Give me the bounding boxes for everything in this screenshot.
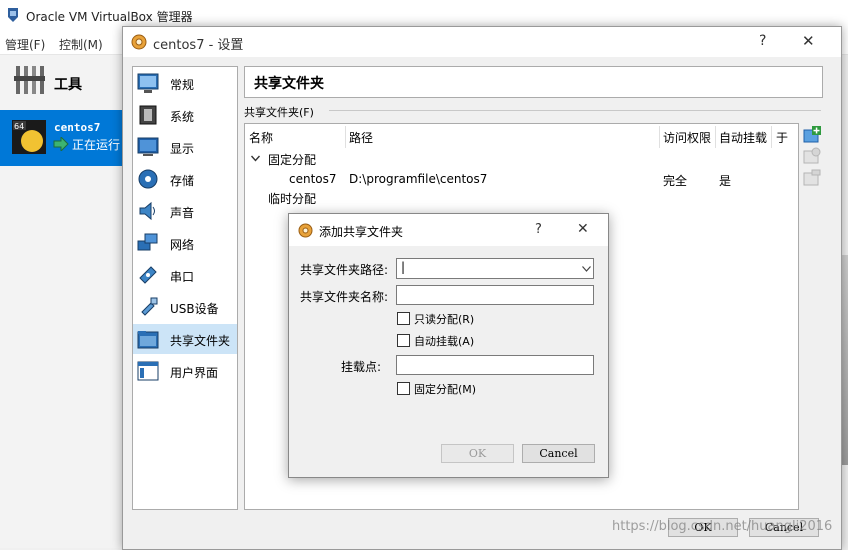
audio-speaker-icon [139,201,155,221]
shared-folders-section-label: 共享文件夹(F) [244,106,314,119]
row-automount: 是 [719,174,732,188]
add-shared-folder-dialog: 添加共享文件夹 ? ✕ 共享文件夹路径: | 共享文件夹名称: 只读分配(R) … [288,213,609,478]
display-monitor-icon [137,137,159,156]
vm-name: centos7 [54,121,101,134]
add-dialog-close-button[interactable]: ✕ [577,221,589,237]
mount-point-input[interactable] [396,355,594,375]
add-dialog-title: 添加共享文件夹 [319,225,404,239]
column-separator [715,126,716,148]
menu-manage[interactable]: 管理(F) [5,36,45,53]
sidebar-item-label: 显示 [170,142,195,156]
remove-shared-folder-icon[interactable] [803,169,821,187]
sidebar-item-usb[interactable]: USB设备 [133,292,237,322]
folder-path-value: | [401,260,406,274]
column-header-automount[interactable]: 自动挂载 [719,129,767,146]
serial-port-icon [139,266,157,284]
chevron-down-icon[interactable] [582,266,591,272]
readonly-checkbox[interactable] [397,312,410,325]
settings-gear-icon [131,34,147,50]
add-shared-folder-icon[interactable] [803,126,821,144]
vm-status: 正在运行 [72,138,121,152]
add-cancel-button[interactable]: Cancel [522,444,595,463]
os-badge: 64 [14,122,24,131]
row-access: 完全 [663,174,688,188]
virtualbox-logo-icon [8,8,18,22]
sidebar-item-label: 存储 [170,174,195,188]
watermark: https://blog.csdn.net/huangli2016 [612,519,833,534]
general-monitor-icon [137,73,159,93]
os-centos-icon: 64 [12,120,46,154]
column-header-access[interactable]: 访问权限 [663,129,711,146]
page-title-box: 共享文件夹 [244,66,823,98]
sidebar-item-label: 系统 [170,110,195,124]
sidebar-item-system[interactable]: 系统 [133,100,237,130]
folder-name-label: 共享文件夹名称: [300,290,389,304]
column-header-at[interactable]: 于 [776,129,788,146]
folder-path-combobox[interactable]: | [396,258,594,279]
sidebar-item-label: 常规 [170,78,195,92]
add-dialog-gear-icon [298,223,313,238]
settings-titlebar: centos7 - 设置 ? ✕ [123,27,841,57]
section-divider [329,110,821,111]
sidebar-item-label: 网络 [170,238,195,252]
settings-title: centos7 - 设置 [153,38,244,53]
sidebar-item-serial[interactable]: 串口 [133,260,237,290]
tools-label: 工具 [54,77,82,93]
edit-shared-folder-icon[interactable] [803,147,821,165]
column-separator [771,126,772,148]
readonly-label[interactable]: 只读分配(R) [414,311,474,327]
add-ok-button[interactable]: OK [441,444,514,463]
sidebar-item-shared-folders[interactable]: 共享文件夹 [133,324,237,354]
sidebar-item-label: 串口 [170,270,195,284]
folder-name-input[interactable] [396,285,594,305]
add-dialog-titlebar: 添加共享文件夹 ? ✕ [289,214,608,246]
chevron-down-icon[interactable] [251,155,260,162]
settings-close-button[interactable]: ✕ [802,32,815,50]
column-separator [345,126,346,148]
sidebar-item-user-interface[interactable]: 用户界面 [133,356,237,386]
running-arrow-icon [53,137,69,151]
settings-help-button[interactable]: ? [759,33,766,49]
mount-point-label: 挂载点: [341,360,382,374]
system-chip-icon [139,105,157,125]
group-temporary[interactable]: 临时分配 [268,190,316,207]
permanent-label[interactable]: 固定分配(M) [414,381,476,397]
permanent-checkbox[interactable] [397,382,410,395]
user-interface-icon [137,361,159,381]
folder-path-label: 共享文件夹路径: [300,263,389,277]
tools-icon [14,66,45,94]
network-icon [137,233,158,251]
sidebar-item-label: USB设备 [170,302,219,316]
row-path: D:\programfile\centos7 [349,172,488,186]
usb-icon [141,297,158,316]
row-name: centos7 [289,172,337,186]
sidebar-item-label: 共享文件夹 [170,334,231,348]
sidebar-item-audio[interactable]: 声音 [133,196,237,226]
shared-folder-icon [137,331,159,349]
sidebar-item-display[interactable]: 显示 [133,132,237,162]
sidebar-item-storage[interactable]: 存储 [133,164,237,194]
settings-sidebar: 常规 系统 显示 存储 声音 网络 串口 USB设备 共享文件夹 用户界面 [132,66,238,510]
sidebar-item-general[interactable]: 常规 [133,68,237,98]
table-row[interactable]: centos7 D:\programfile\centos7 完全 是 [245,170,798,189]
group-fixed[interactable]: 固定分配 [268,151,316,168]
column-separator [659,126,660,148]
add-dialog-help-button[interactable]: ? [535,222,542,237]
sidebar-item-network[interactable]: 网络 [133,228,237,258]
page-title: 共享文件夹 [254,76,324,92]
sidebar-item-label: 用户界面 [170,366,219,380]
menu-control[interactable]: 控制(M) [59,36,103,53]
sidebar-item-label: 声音 [170,206,195,220]
storage-disc-icon [138,169,158,189]
automount-checkbox[interactable] [397,334,410,347]
column-header-name[interactable]: 名称 [249,129,273,146]
main-window-title: Oracle VM VirtualBox 管理器 [26,10,193,24]
automount-label[interactable]: 自动挂载(A) [414,333,474,349]
column-header-path[interactable]: 路径 [349,129,373,146]
